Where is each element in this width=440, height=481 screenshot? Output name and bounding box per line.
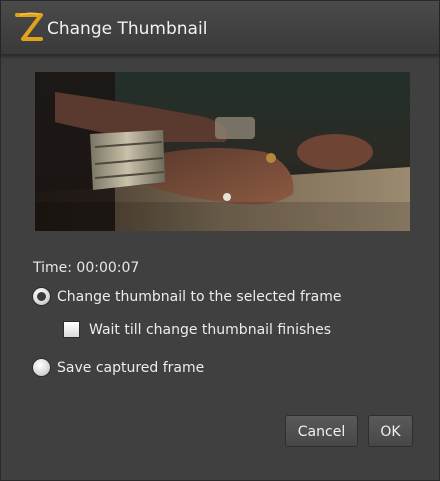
dialog-title: Change Thumbnail: [47, 19, 208, 39]
wait-label: Wait till change thumbnail finishes: [89, 321, 332, 338]
wait-option[interactable]: Wait till change thumbnail finishes: [63, 321, 331, 338]
ok-button[interactable]: OK: [368, 415, 413, 447]
save-frame-radio[interactable]: [32, 358, 51, 377]
change-thumbnail-radio[interactable]: [32, 287, 51, 306]
save-frame-label: Save captured frame: [57, 359, 205, 376]
thumbnail-preview-image: [35, 72, 410, 231]
change-thumbnail-label: Change thumbnail to the selected frame: [57, 288, 342, 305]
change-thumbnail-dialog: Change Thumbnail Time: 00:00:07 Change t…: [0, 0, 440, 481]
wait-checkbox[interactable]: [63, 321, 80, 338]
z-logo-icon: [15, 12, 43, 41]
save-frame-option[interactable]: Save captured frame: [32, 358, 204, 377]
change-thumbnail-option[interactable]: Change thumbnail to the selected frame: [32, 287, 341, 306]
title-bar: Change Thumbnail: [1, 1, 439, 55]
cancel-button[interactable]: Cancel: [285, 415, 358, 447]
time-label: Time: 00:00:07: [33, 260, 140, 276]
